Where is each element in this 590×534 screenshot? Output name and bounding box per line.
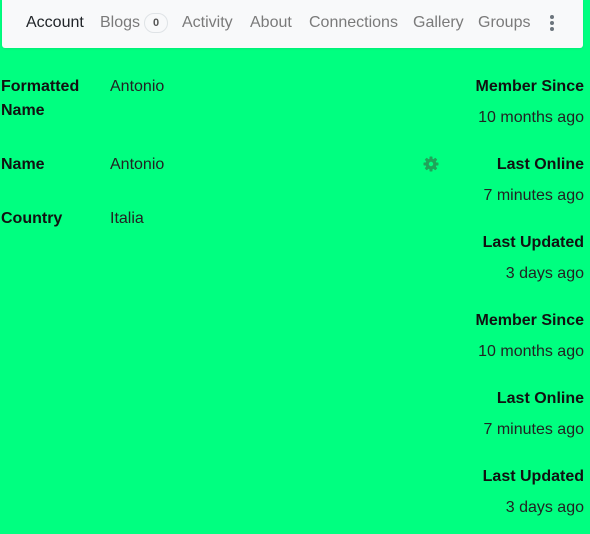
stat-label-member-since: Member Since [475, 312, 584, 329]
more-options-icon[interactable] [547, 13, 557, 33]
stat-value-member-since: 10 months ago [478, 109, 584, 126]
field-label-country: Country [1, 210, 63, 227]
profile-tabs: Account Blogs 0 Activity About Connection… [2, 0, 583, 48]
blogs-count-badge: 0 [144, 13, 169, 33]
tab-activity[interactable]: Activity [182, 13, 233, 33]
stat-value-last-online: 7 minutes ago [483, 187, 584, 204]
stat-value-last-online: 7 minutes ago [483, 421, 584, 438]
stat-label-last-updated: Last Updated [482, 468, 584, 485]
stat-label-last-updated: Last Updated [482, 234, 584, 251]
tab-gallery[interactable]: Gallery [413, 13, 464, 33]
stat-value-member-since: 10 months ago [478, 343, 584, 360]
tab-blogs-label: Blogs [100, 14, 141, 31]
tab-groups[interactable]: Groups [478, 13, 530, 33]
field-value-formatted-name: Antonio [110, 78, 165, 95]
stat-value-last-updated: 3 days ago [505, 499, 584, 516]
field-value-name: Antonio [110, 156, 165, 173]
field-label-name: Name [1, 156, 45, 173]
tab-connections[interactable]: Connections [309, 13, 398, 33]
stat-label-last-online: Last Online [496, 390, 584, 407]
gear-icon[interactable] [423, 156, 439, 172]
stat-label-last-online: Last Online [496, 156, 584, 173]
tab-blogs[interactable]: Blogs 0 [100, 13, 169, 33]
stat-value-last-updated: 3 days ago [505, 265, 584, 282]
tab-about[interactable]: About [250, 13, 292, 33]
field-value-country: Italia [110, 210, 144, 227]
stat-label-member-since: Member Since [475, 78, 584, 95]
field-label-formatted-name: Formatted Name [1, 78, 80, 119]
tab-account[interactable]: Account [26, 13, 84, 33]
